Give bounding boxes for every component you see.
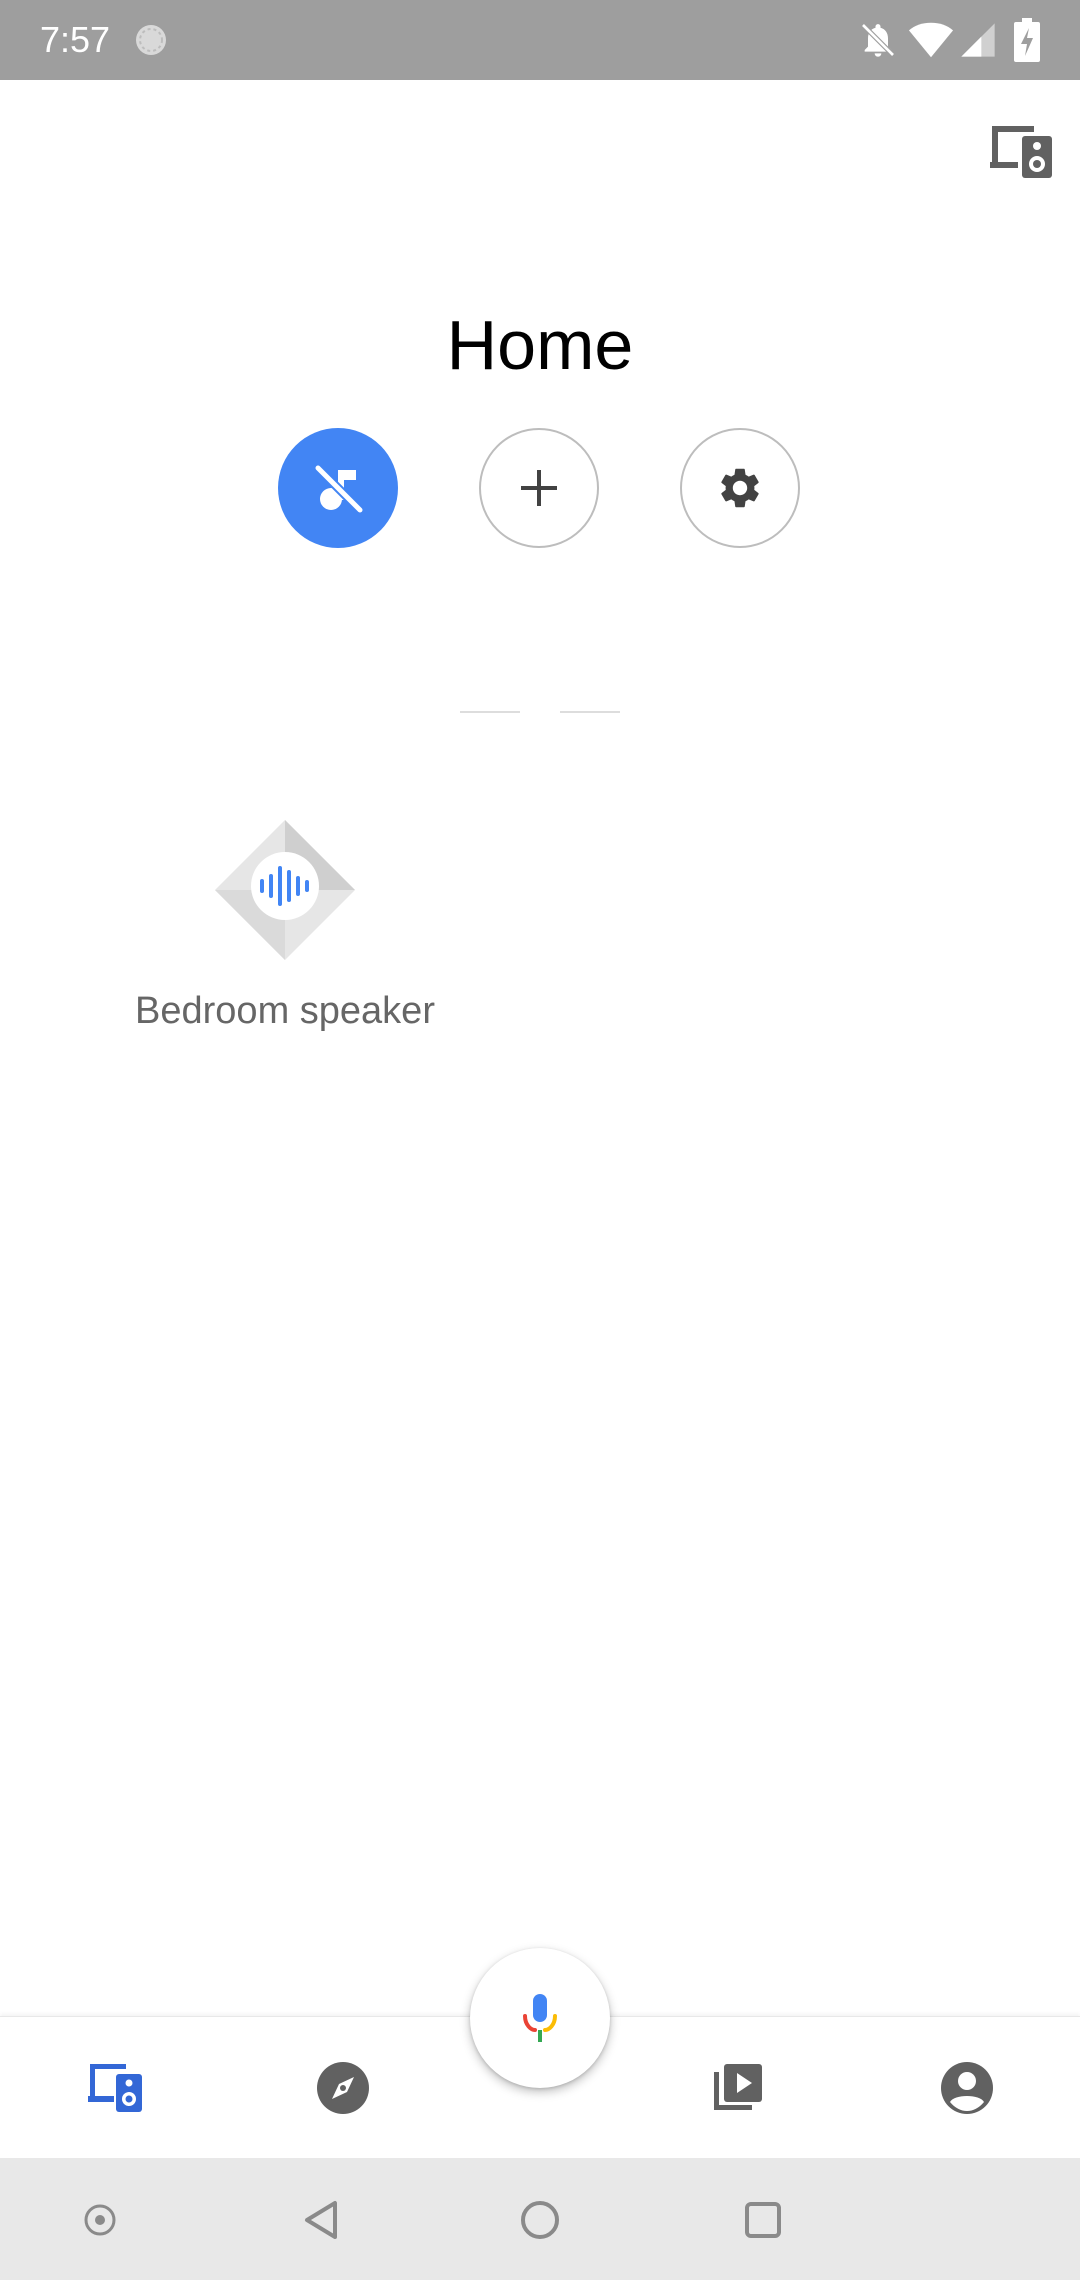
mic-icon [523, 1994, 557, 2042]
status-bar: 7:57 [0, 0, 1080, 80]
add-button[interactable] [479, 428, 599, 548]
nav-tab-discover[interactable] [313, 2058, 373, 2118]
assistant-dot-icon [84, 2204, 116, 2236]
device-label: Bedroom speaker [135, 990, 435, 1032]
devices-tab-icon [88, 2064, 142, 2112]
divider-right [560, 711, 620, 713]
account-icon [941, 2062, 993, 2114]
divider-left [460, 711, 520, 713]
devices-cast-button[interactable] [988, 122, 1056, 182]
discover-compass-icon [317, 2062, 369, 2114]
settings-button[interactable] [680, 428, 800, 548]
nav-tab-devices[interactable] [84, 2058, 144, 2118]
devices-speaker-icon [990, 126, 1052, 178]
back-triangle-icon [305, 2201, 337, 2239]
music-off-icon [314, 464, 364, 514]
gear-icon [721, 468, 759, 508]
system-home-button[interactable] [515, 2195, 565, 2245]
nav-tab-media[interactable] [708, 2058, 768, 2118]
system-recents-button[interactable] [738, 2195, 788, 2245]
plus-icon [521, 470, 557, 506]
system-back-button[interactable] [297, 2195, 347, 2245]
recents-square-icon [745, 2202, 781, 2238]
music-off-button[interactable] [278, 428, 398, 548]
battery-charging-icon [1014, 18, 1040, 62]
cell-signal-icon [961, 23, 995, 57]
home-circle-icon [521, 2201, 559, 2239]
speaker-device-icon [215, 820, 355, 960]
page-title: Home [446, 306, 634, 384]
status-time: 7:57 [40, 19, 111, 60]
wifi-icon [908, 22, 954, 58]
system-assistant-button[interactable] [75, 2195, 125, 2245]
voice-assistant-button[interactable] [470, 1948, 610, 2088]
notifications-off-icon [861, 23, 895, 57]
nav-tab-account[interactable] [937, 2058, 997, 2118]
media-library-icon [714, 2064, 762, 2110]
device-tile-bedroom-speaker[interactable]: Bedroom speaker [110, 810, 460, 1050]
sync-spinner-icon [136, 25, 166, 55]
